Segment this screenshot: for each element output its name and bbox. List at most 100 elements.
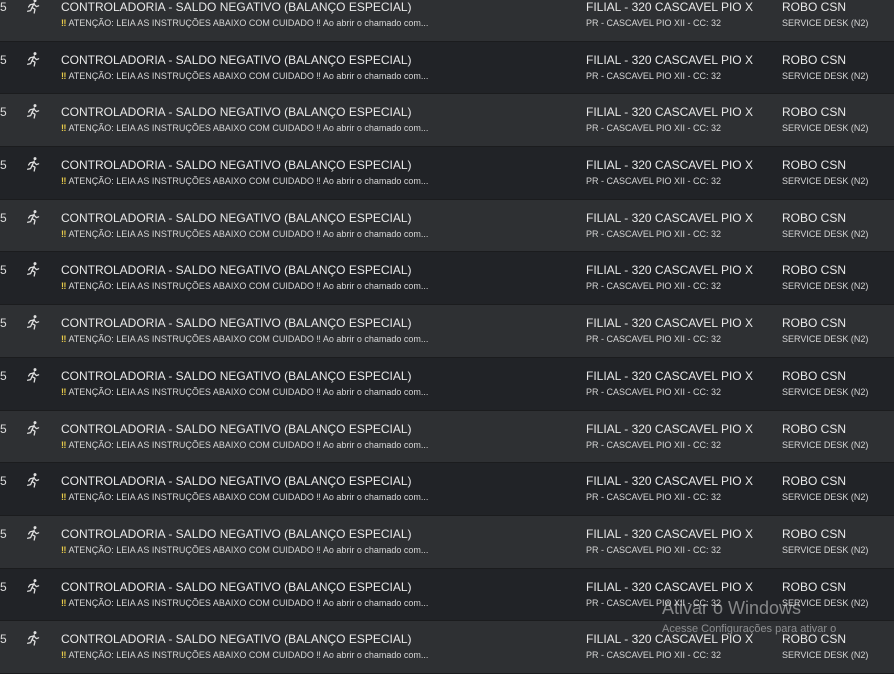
ticket-requester: ROBO CSN (782, 52, 847, 67)
table-row[interactable]: 5 CONTROLADORIA - SALDO NEGATIVO (BALANÇO… (0, 94, 894, 148)
running-person-icon (25, 103, 41, 120)
ticket-branch: FILIAL - 320 CASCAVEL PIO X (586, 52, 753, 67)
warning-mark: ‼ (61, 650, 67, 661)
warning-mark: ‼ (61, 597, 67, 608)
ticket-title[interactable]: CONTROLADORIA - SALDO NEGATIVO (BALANÇO … (61, 316, 412, 330)
ticket-team: SERVICE DESK (N2) (782, 228, 869, 239)
ticket-location: PR - CASCAVEL PIO XII - CC: 32 (586, 439, 722, 450)
ticket-team: SERVICE DESK (N2) (782, 281, 869, 292)
ticket-location: PR - CASCAVEL PIO XII - CC: 32 (586, 597, 722, 608)
ticket-description: ‼ ATENÇÃO: LEIA AS INSTRUÇÕES ABAIXO COM… (61, 18, 428, 28)
table-row[interactable]: 5 CONTROLADORIA - SALDO NEGATIVO (BALANÇO… (0, 357, 894, 411)
ticket-title[interactable]: CONTROLADORIA - SALDO NEGATIVO (BALANÇO … (61, 263, 412, 277)
ticket-branch: FILIAL - 320 CASCAVEL PIO X (586, 210, 753, 225)
ticket-description: ‼ ATENÇÃO: LEIA AS INSTRUÇÕES ABAIXO COM… (61, 492, 428, 502)
ticket-team: SERVICE DESK (N2) (782, 18, 869, 28)
ticket-title[interactable]: CONTROLADORIA - SALDO NEGATIVO (BALANÇO … (61, 527, 412, 541)
ticket-list: 5 CONTROLADORIA - SALDO NEGATIVO (BALANÇO… (0, 0, 894, 674)
ticket-team: SERVICE DESK (N2) (782, 597, 869, 608)
ticket-team: SERVICE DESK (N2) (782, 123, 869, 134)
ticket-description-text: ATENÇÃO: LEIA AS INSTRUÇÕES ABAIXO COM C… (68, 228, 429, 239)
ticket-number: 5 (0, 263, 7, 278)
warning-mark: ‼ (61, 439, 67, 450)
table-row[interactable]: 5 CONTROLADORIA - SALDO NEGATIVO (BALANÇO… (0, 463, 894, 516)
ticket-title[interactable]: CONTROLADORIA - SALDO NEGATIVO (BALANÇO … (61, 580, 412, 594)
ticket-requester: ROBO CSN (782, 421, 847, 436)
ticket-number: 5 (0, 105, 7, 120)
ticket-location: PR - CASCAVEL PIO XII - CC: 32 (586, 176, 722, 187)
warning-mark: ‼ (61, 18, 67, 28)
ticket-location: PR - CASCAVEL PIO XII - CC: 32 (586, 228, 722, 239)
ticket-requester: ROBO CSN (782, 210, 847, 225)
ticket-requester: ROBO CSN (782, 526, 847, 541)
ticket-number: 5 (0, 52, 7, 67)
ticket-requester: ROBO CSN (782, 158, 847, 173)
ticket-team: SERVICE DESK (N2) (782, 334, 869, 345)
ticket-branch: FILIAL - 320 CASCAVEL PIO X (586, 579, 753, 594)
ticket-location: PR - CASCAVEL PIO XII - CC: 32 (586, 386, 722, 397)
ticket-requester: ROBO CSN (782, 105, 847, 120)
ticket-branch: FILIAL - 320 CASCAVEL PIO X (586, 316, 753, 331)
ticket-description-text: ATENÇÃO: LEIA AS INSTRUÇÕES ABAIXO COM C… (68, 386, 429, 397)
ticket-description-text: ATENÇÃO: LEIA AS INSTRUÇÕES ABAIXO COM C… (68, 18, 429, 28)
table-row[interactable]: 5 CONTROLADORIA - SALDO NEGATIVO (BALANÇO… (0, 199, 894, 253)
running-person-icon (25, 314, 41, 330)
ticket-branch: FILIAL - 320 CASCAVEL PIO X (586, 105, 753, 120)
ticket-location: PR - CASCAVEL PIO XII - CC: 32 (586, 70, 722, 81)
ticket-title[interactable]: CONTROLADORIA - SALDO NEGATIVO (BALANÇO … (61, 632, 412, 646)
table-row[interactable]: 5 CONTROLADORIA - SALDO NEGATIVO (BALANÇO… (0, 621, 894, 674)
ticket-location: PR - CASCAVEL PIO XII - CC: 32 (586, 281, 722, 292)
running-person-icon (25, 420, 41, 436)
ticket-branch: FILIAL - 320 CASCAVEL PIO X (586, 526, 753, 541)
running-person-icon (25, 578, 41, 594)
ticket-number: 5 (0, 579, 7, 594)
table-row[interactable]: 5 CONTROLADORIA - SALDO NEGATIVO (BALANÇO… (0, 252, 894, 306)
ticket-description: ‼ ATENÇÃO: LEIA AS INSTRUÇÕES ABAIXO COM… (61, 281, 428, 291)
ticket-number: 5 (0, 368, 7, 383)
ticket-title[interactable]: CONTROLADORIA - SALDO NEGATIVO (BALANÇO … (61, 158, 412, 172)
table-row[interactable]: 5 CONTROLADORIA - SALDO NEGATIVO (BALANÇO… (0, 147, 894, 200)
ticket-title[interactable]: CONTROLADORIA - SALDO NEGATIVO (BALANÇO … (61, 211, 412, 225)
ticket-title[interactable]: CONTROLADORIA - SALDO NEGATIVO (BALANÇO … (61, 53, 412, 67)
ticket-team: SERVICE DESK (N2) (782, 544, 869, 555)
ticket-title[interactable]: CONTROLADORIA - SALDO NEGATIVO (BALANÇO … (61, 422, 412, 436)
ticket-description: ‼ ATENÇÃO: LEIA AS INSTRUÇÕES ABAIXO COM… (61, 123, 428, 133)
ticket-branch: FILIAL - 320 CASCAVEL PIO X (586, 263, 753, 278)
ticket-description: ‼ ATENÇÃO: LEIA AS INSTRUÇÕES ABAIXO COM… (61, 71, 428, 81)
ticket-description: ‼ ATENÇÃO: LEIA AS INSTRUÇÕES ABAIXO COM… (61, 598, 428, 608)
table-row[interactable]: 5 CONTROLADORIA - SALDO NEGATIVO (BALANÇO… (0, 41, 894, 95)
ticket-team: SERVICE DESK (N2) (782, 439, 869, 450)
table-row[interactable]: 5 CONTROLADORIA - SALDO NEGATIVO (BALANÇO… (0, 515, 894, 569)
ticket-description: ‼ ATENÇÃO: LEIA AS INSTRUÇÕES ABAIXO COM… (61, 176, 428, 186)
ticket-requester: ROBO CSN (782, 474, 847, 489)
table-row[interactable]: 5 CONTROLADORIA - SALDO NEGATIVO (BALANÇO… (0, 305, 894, 358)
warning-mark: ‼ (61, 334, 67, 345)
warning-mark: ‼ (61, 228, 67, 239)
ticket-branch: FILIAL - 320 CASCAVEL PIO X (586, 421, 753, 436)
running-person-icon (25, 630, 41, 646)
ticket-number: 5 (0, 210, 7, 225)
ticket-branch: FILIAL - 320 CASCAVEL PIO X (586, 632, 753, 647)
ticket-location: PR - CASCAVEL PIO XII - CC: 32 (586, 123, 722, 134)
ticket-title[interactable]: CONTROLADORIA - SALDO NEGATIVO (BALANÇO … (61, 105, 412, 119)
ticket-number: 5 (0, 421, 7, 436)
ticket-location: PR - CASCAVEL PIO XII - CC: 32 (586, 18, 722, 28)
ticket-team: SERVICE DESK (N2) (782, 492, 869, 503)
running-person-icon (25, 0, 41, 14)
warning-mark: ‼ (61, 123, 67, 134)
ticket-description-text: ATENÇÃO: LEIA AS INSTRUÇÕES ABAIXO COM C… (68, 123, 429, 134)
ticket-title[interactable]: CONTROLADORIA - SALDO NEGATIVO (BALANÇO … (61, 474, 412, 488)
table-row[interactable]: 5 CONTROLADORIA - SALDO NEGATIVO (BALANÇO… (0, 410, 894, 464)
table-row[interactable]: 5 CONTROLADORIA - SALDO NEGATIVO (BALANÇO… (0, 0, 894, 42)
running-person-icon (25, 209, 41, 225)
ticket-number: 5 (0, 526, 7, 541)
ticket-title[interactable]: CONTROLADORIA - SALDO NEGATIVO (BALANÇO … (61, 0, 412, 14)
ticket-description: ‼ ATENÇÃO: LEIA AS INSTRUÇÕES ABAIXO COM… (61, 545, 428, 555)
ticket-description: ‼ ATENÇÃO: LEIA AS INSTRUÇÕES ABAIXO COM… (61, 334, 428, 344)
ticket-title[interactable]: CONTROLADORIA - SALDO NEGATIVO (BALANÇO … (61, 369, 412, 383)
running-person-icon (25, 525, 41, 541)
table-row[interactable]: 5 CONTROLADORIA - SALDO NEGATIVO (BALANÇO… (0, 568, 894, 622)
running-person-icon (25, 261, 41, 278)
running-person-icon (25, 51, 41, 67)
ticket-requester: ROBO CSN (782, 0, 847, 14)
